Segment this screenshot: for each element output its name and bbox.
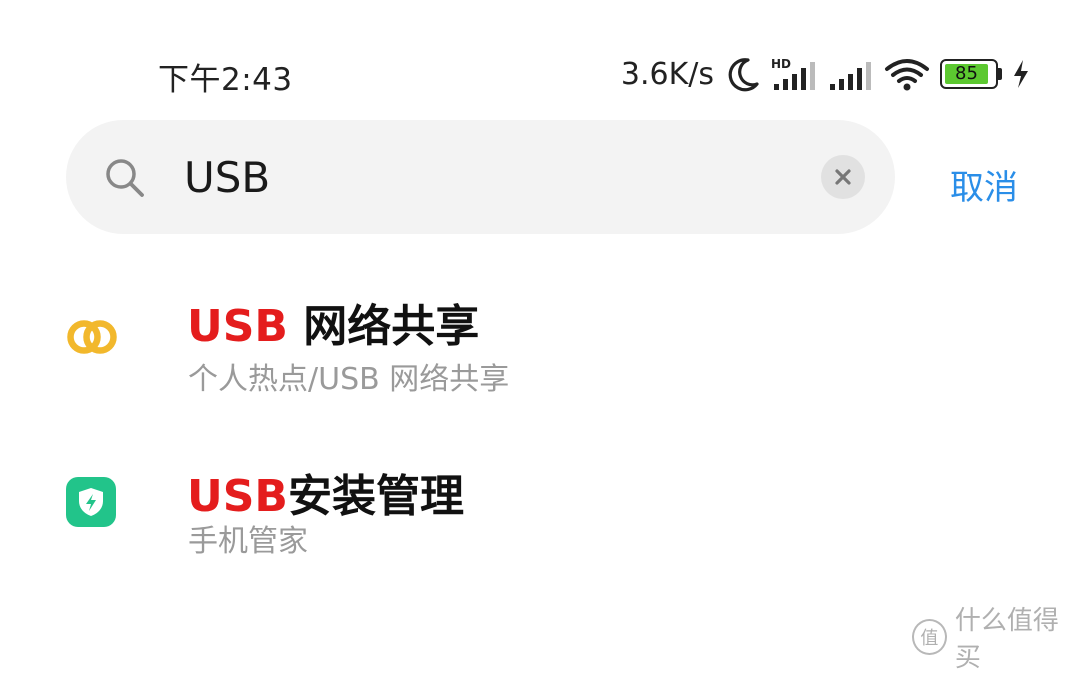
watermark-text: 什么值得买 bbox=[954, 606, 1059, 673]
search-icon bbox=[106, 159, 144, 197]
watermark: 值 什么值得买 bbox=[912, 600, 1080, 674]
watermark-logo: 值 bbox=[912, 619, 947, 655]
status-icons: 3.6K/s HD 85 bbox=[621, 52, 1030, 96]
search-input[interactable] bbox=[184, 144, 784, 210]
link-rings-icon bbox=[67, 320, 117, 354]
search-result-usb-install-management[interactable]: USB安装管理 手机管家 bbox=[0, 440, 1080, 590]
result-subtitle: 个人热点/USB 网络共享 bbox=[188, 362, 510, 397]
result-title: USB 网络共享 bbox=[187, 290, 479, 354]
hd-signal-icon: HD bbox=[771, 57, 815, 90]
battery-level: 85 bbox=[955, 63, 978, 84]
result-title-highlight: USB bbox=[187, 301, 288, 352]
hd-label: HD bbox=[771, 57, 791, 71]
security-shield-icon bbox=[66, 477, 116, 527]
cancel-button[interactable]: 取消 bbox=[950, 160, 1018, 209]
result-title-rest: 网络共享 bbox=[287, 301, 480, 352]
status-bar: 下午2:43 3.6K/s HD 85 bbox=[0, 0, 1080, 110]
signal-icon bbox=[830, 62, 871, 90]
moon-icon bbox=[728, 58, 759, 92]
status-time: 下午2:43 bbox=[158, 62, 293, 98]
network-speed: 3.6K/s bbox=[620, 56, 714, 92]
charging-icon bbox=[1014, 60, 1028, 88]
wifi-icon bbox=[885, 59, 929, 91]
battery-icon: 85 bbox=[940, 59, 1002, 89]
result-title-rest: 安装管理 bbox=[287, 471, 464, 522]
result-subtitle: 手机管家 bbox=[188, 524, 308, 559]
clear-search-button[interactable] bbox=[821, 155, 865, 199]
clear-icon bbox=[835, 169, 851, 185]
result-title: USB安装管理 bbox=[187, 460, 464, 524]
result-title-highlight: USB bbox=[187, 471, 288, 522]
search-result-usb-tethering[interactable]: USB 网络共享 个人热点/USB 网络共享 bbox=[0, 270, 1080, 420]
